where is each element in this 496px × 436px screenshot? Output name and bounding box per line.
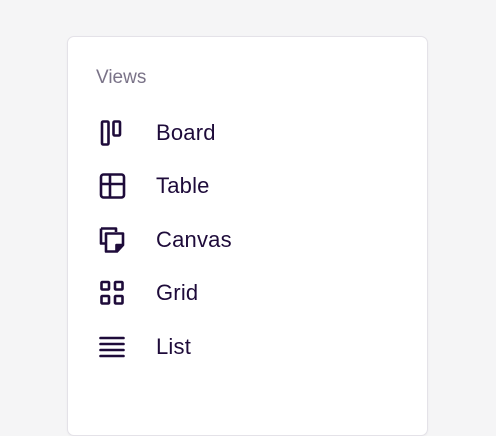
view-item-canvas[interactable]: Canvas (96, 213, 406, 267)
list-icon (96, 331, 128, 363)
table-icon (96, 170, 128, 202)
view-item-label: Table (156, 173, 210, 199)
views-menu: Board Table Canvas Grid List (96, 106, 406, 374)
view-item-label: Grid (156, 280, 199, 306)
views-panel: Views Board Table Canvas Grid List (67, 36, 428, 436)
view-item-label: Board (156, 119, 216, 145)
view-item-label: List (156, 333, 192, 359)
board-icon (96, 117, 128, 149)
view-item-board[interactable]: Board (96, 106, 406, 160)
canvas-icon (96, 224, 128, 256)
view-item-label: Canvas (156, 226, 232, 252)
views-section-title: Views (96, 67, 147, 88)
view-item-table[interactable]: Table (96, 160, 406, 214)
view-item-grid[interactable]: Grid (96, 267, 406, 321)
grid-icon (96, 277, 128, 309)
view-item-list[interactable]: List (96, 320, 406, 374)
